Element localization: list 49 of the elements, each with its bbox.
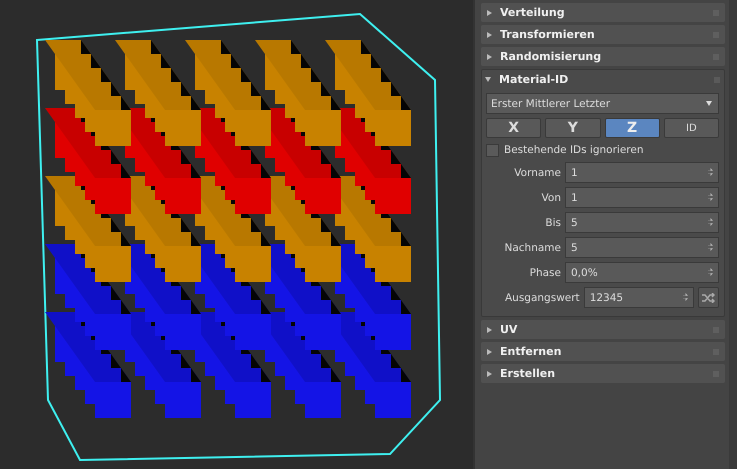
spinner-field[interactable]: 5 xyxy=(565,237,719,258)
field-label: Vorname xyxy=(513,166,561,178)
axis-button[interactable]: X xyxy=(486,118,542,138)
grip-icon xyxy=(713,32,719,38)
spinner-arrows-icon xyxy=(708,243,713,251)
field-label: Von xyxy=(540,192,561,204)
field-label: Phase xyxy=(528,266,561,278)
triangle-icon xyxy=(487,326,492,332)
spinner-field[interactable]: 0,0% xyxy=(565,262,719,283)
spinner-arrows-icon xyxy=(683,293,688,301)
spinner-arrows-icon xyxy=(708,268,713,276)
axis-button[interactable]: Y xyxy=(545,118,600,138)
rollout-header[interactable]: Verteilung xyxy=(481,3,725,22)
triangle-icon xyxy=(487,32,492,38)
triangle-icon xyxy=(487,348,492,354)
spinner-arrows-icon xyxy=(708,193,713,201)
field-label: Bis xyxy=(544,216,561,228)
checkbox[interactable] xyxy=(486,144,499,156)
triangle-icon xyxy=(487,10,492,16)
rollout-header[interactable]: Material-ID xyxy=(483,70,722,89)
spinner-arrows-icon xyxy=(708,218,713,226)
rollout-header[interactable]: Randomisierung xyxy=(481,47,725,66)
triangle-icon xyxy=(487,370,492,376)
rollout-header[interactable]: Erstellen xyxy=(481,364,725,383)
grip-icon xyxy=(713,326,719,332)
rollout-header[interactable]: Transformieren xyxy=(481,25,725,44)
grip-icon xyxy=(714,76,720,82)
grip-icon xyxy=(713,348,719,354)
grip-icon xyxy=(713,54,719,60)
spinner-field[interactable]: 12345 xyxy=(584,287,694,308)
grip-icon xyxy=(713,370,719,376)
spinner-field[interactable]: 5 xyxy=(565,212,719,233)
triangle-icon xyxy=(487,54,492,60)
spinner-field[interactable]: 1 xyxy=(565,187,719,208)
axis-button[interactable]: ID xyxy=(664,118,719,138)
mode-dropdown[interactable]: Erster Mittlerer Letzter xyxy=(486,93,719,114)
field-label: Ausgangswert xyxy=(505,292,580,304)
shuffle-button[interactable] xyxy=(698,287,719,308)
shuffle-icon xyxy=(702,292,716,302)
grip-icon xyxy=(713,10,719,16)
spinner-field[interactable]: 1 xyxy=(565,162,719,183)
checkbox-label: Bestehende IDs ignorieren xyxy=(504,144,644,156)
spinner-arrows-icon xyxy=(708,168,713,176)
rollout-header[interactable]: UV xyxy=(481,320,725,339)
triangle-icon xyxy=(485,77,491,82)
axis-button[interactable]: Z xyxy=(604,118,660,138)
caret-icon xyxy=(706,101,712,106)
field-label: Nachname xyxy=(504,242,561,254)
rollout-header[interactable]: Entfernen xyxy=(481,342,725,361)
